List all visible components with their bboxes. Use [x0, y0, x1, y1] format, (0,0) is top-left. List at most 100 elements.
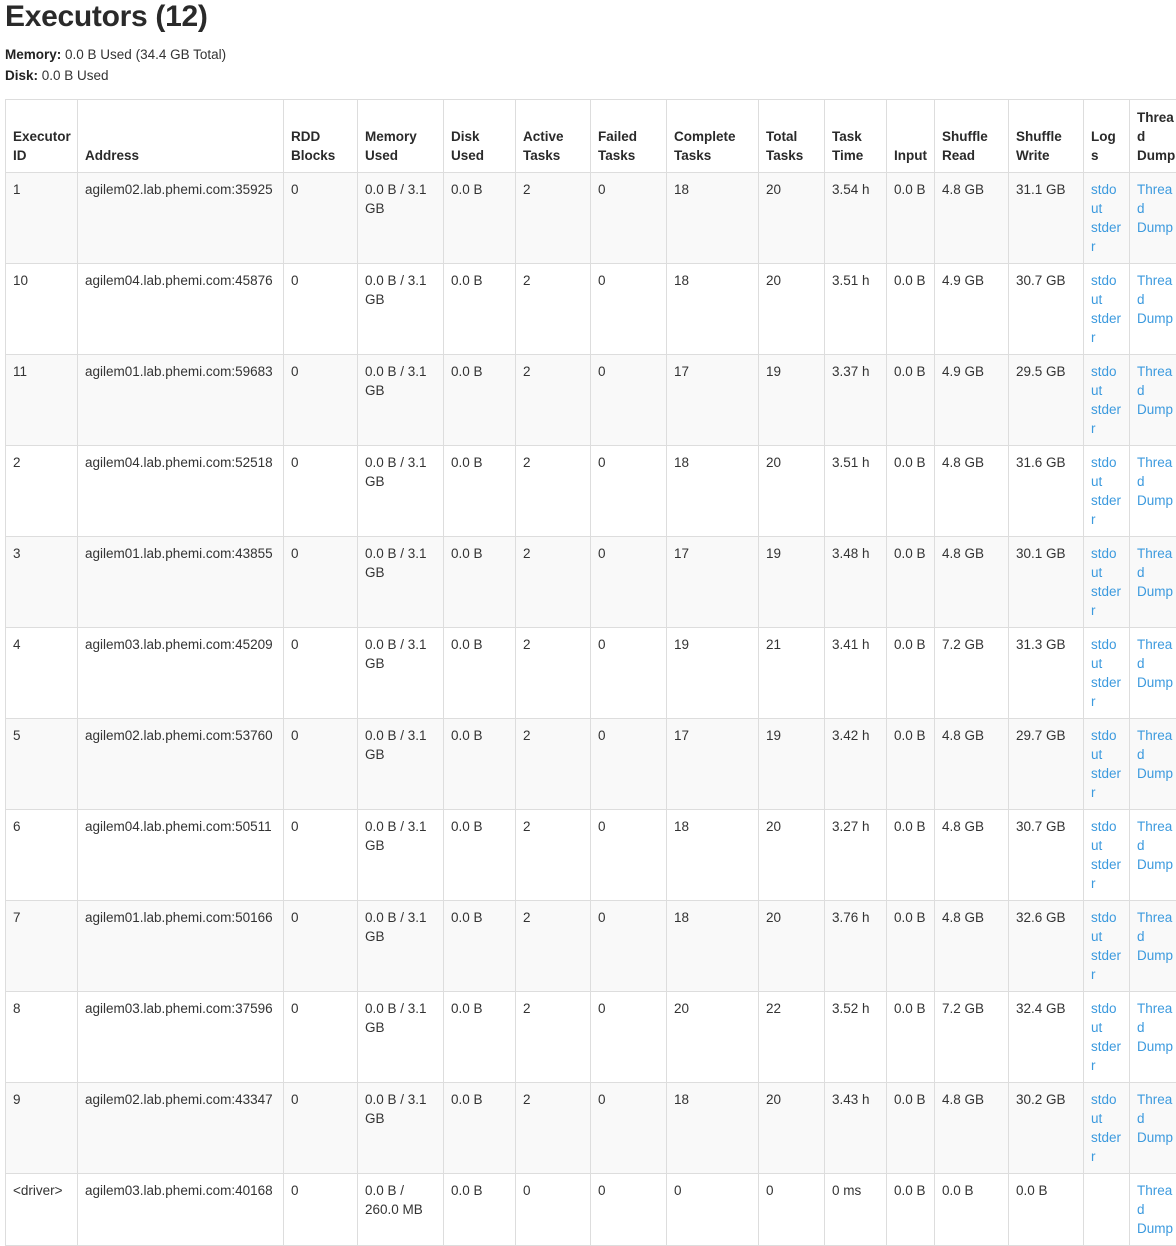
cell-logs: stdoutstderr: [1084, 1083, 1130, 1174]
column-header-failed-tasks[interactable]: Failed Tasks: [591, 100, 667, 173]
thread-dump-link[interactable]: Thread Dump: [1137, 544, 1176, 601]
cell-input: 0.0 B: [887, 537, 935, 628]
stderr-link[interactable]: stderr: [1091, 218, 1123, 256]
cell-memory-used: 0.0 B / 3.1 GB: [358, 355, 444, 446]
column-header-input[interactable]: Input: [887, 100, 935, 173]
stderr-link[interactable]: stderr: [1091, 582, 1123, 620]
thread-dump-link[interactable]: Thread Dump: [1137, 180, 1176, 237]
cell-address: agilem02.lab.phemi.com:43347: [78, 1083, 284, 1174]
stdout-link[interactable]: stdout: [1091, 544, 1123, 582]
cell-shuffle-write: 29.5 GB: [1009, 355, 1084, 446]
cell-failed-tasks: 0: [591, 537, 667, 628]
cell-executor-id: 8: [6, 992, 78, 1083]
cell-rdd-blocks: 0: [284, 264, 358, 355]
cell-total-tasks: 19: [759, 537, 825, 628]
column-header-executor-id[interactable]: Executor ID: [6, 100, 78, 173]
cell-memory-used: 0.0 B / 3.1 GB: [358, 719, 444, 810]
thread-dump-link[interactable]: Thread Dump: [1137, 453, 1176, 510]
stdout-link[interactable]: stdout: [1091, 362, 1123, 400]
stderr-link[interactable]: stderr: [1091, 491, 1123, 529]
cell-address: agilem01.lab.phemi.com:59683: [78, 355, 284, 446]
cell-logs: stdoutstderr: [1084, 355, 1130, 446]
executors-table: Executor ID Address RDD Blocks Memory Us…: [5, 99, 1176, 1246]
column-header-complete-tasks[interactable]: Complete Tasks: [667, 100, 759, 173]
thread-dump-link[interactable]: Thread Dump: [1137, 635, 1176, 692]
column-header-address[interactable]: Address: [78, 100, 284, 173]
cell-active-tasks: 2: [516, 173, 591, 264]
stdout-link[interactable]: stdout: [1091, 908, 1123, 946]
disk-summary-line: Disk: 0.0 B Used: [5, 66, 1171, 87]
thread-dump-link[interactable]: Thread Dump: [1137, 999, 1176, 1056]
table-row: 7agilem01.lab.phemi.com:5016600.0 B / 3.…: [6, 901, 1176, 992]
cell-active-tasks: 2: [516, 446, 591, 537]
cell-task-time: 0 ms: [825, 1174, 887, 1246]
cell-address: agilem04.lab.phemi.com:52518: [78, 446, 284, 537]
cell-logs: [1084, 1174, 1130, 1246]
column-header-active-tasks[interactable]: Active Tasks: [516, 100, 591, 173]
cell-total-tasks: 20: [759, 1083, 825, 1174]
stdout-link[interactable]: stdout: [1091, 999, 1123, 1037]
cell-address: agilem04.lab.phemi.com:50511: [78, 810, 284, 901]
cell-shuffle-write: 29.7 GB: [1009, 719, 1084, 810]
column-header-rdd-blocks[interactable]: RDD Blocks: [284, 100, 358, 173]
table-header-row: Executor ID Address RDD Blocks Memory Us…: [6, 100, 1176, 173]
thread-dump-link[interactable]: Thread Dump: [1137, 271, 1176, 328]
stdout-link[interactable]: stdout: [1091, 817, 1123, 855]
stdout-link[interactable]: stdout: [1091, 271, 1123, 309]
column-header-task-time[interactable]: Task Time: [825, 100, 887, 173]
column-header-disk-used[interactable]: Disk Used: [444, 100, 516, 173]
stderr-link[interactable]: stderr: [1091, 309, 1123, 347]
cell-task-time: 3.54 h: [825, 173, 887, 264]
cell-address: agilem03.lab.phemi.com:37596: [78, 992, 284, 1083]
column-header-thread-dump[interactable]: Thread Dump: [1130, 100, 1176, 173]
column-header-total-tasks[interactable]: Total Tasks: [759, 100, 825, 173]
thread-dump-link[interactable]: Thread Dump: [1137, 817, 1176, 874]
stderr-link[interactable]: stderr: [1091, 1037, 1123, 1075]
stderr-link[interactable]: stderr: [1091, 400, 1123, 438]
cell-executor-id: 1: [6, 173, 78, 264]
cell-disk-used: 0.0 B: [444, 446, 516, 537]
cell-active-tasks: 2: [516, 901, 591, 992]
cell-thread-dump: Thread Dump: [1130, 992, 1176, 1083]
stdout-link[interactable]: stdout: [1091, 726, 1123, 764]
cell-complete-tasks: 20: [667, 992, 759, 1083]
thread-dump-link[interactable]: Thread Dump: [1137, 726, 1176, 783]
cell-shuffle-read: 7.2 GB: [935, 992, 1009, 1083]
stdout-link[interactable]: stdout: [1091, 635, 1123, 673]
cell-shuffle-read: 4.8 GB: [935, 901, 1009, 992]
stderr-link[interactable]: stderr: [1091, 673, 1123, 711]
thread-dump-link[interactable]: Thread Dump: [1137, 362, 1176, 419]
cell-thread-dump: Thread Dump: [1130, 537, 1176, 628]
thread-dump-link[interactable]: Thread Dump: [1137, 1181, 1176, 1238]
cell-address: agilem02.lab.phemi.com:53760: [78, 719, 284, 810]
stderr-link[interactable]: stderr: [1091, 764, 1123, 802]
stderr-link[interactable]: stderr: [1091, 946, 1123, 984]
thread-dump-link[interactable]: Thread Dump: [1137, 1090, 1176, 1147]
table-row: 4agilem03.lab.phemi.com:4520900.0 B / 3.…: [6, 628, 1176, 719]
cell-logs: stdoutstderr: [1084, 628, 1130, 719]
cell-rdd-blocks: 0: [284, 537, 358, 628]
column-header-memory-used[interactable]: Memory Used: [358, 100, 444, 173]
page-title: Executors (12): [5, 0, 1171, 36]
stdout-link[interactable]: stdout: [1091, 453, 1123, 491]
cell-task-time: 3.37 h: [825, 355, 887, 446]
column-header-logs[interactable]: Logs: [1084, 100, 1130, 173]
stdout-link[interactable]: stdout: [1091, 1090, 1123, 1128]
cell-shuffle-read: 4.8 GB: [935, 719, 1009, 810]
table-header: Executor ID Address RDD Blocks Memory Us…: [6, 100, 1176, 173]
stderr-link[interactable]: stderr: [1091, 855, 1123, 893]
cell-memory-used: 0.0 B / 3.1 GB: [358, 901, 444, 992]
column-header-shuffle-read[interactable]: Shuffle Read: [935, 100, 1009, 173]
cell-executor-id: <driver>: [6, 1174, 78, 1246]
cell-input: 0.0 B: [887, 719, 935, 810]
thread-dump-link[interactable]: Thread Dump: [1137, 908, 1176, 965]
stdout-link[interactable]: stdout: [1091, 180, 1123, 218]
stderr-link[interactable]: stderr: [1091, 1128, 1123, 1166]
cell-task-time: 3.51 h: [825, 446, 887, 537]
cell-input: 0.0 B: [887, 355, 935, 446]
cell-total-tasks: 20: [759, 901, 825, 992]
column-header-shuffle-write[interactable]: Shuffle Write: [1009, 100, 1084, 173]
cell-rdd-blocks: 0: [284, 1083, 358, 1174]
cell-thread-dump: Thread Dump: [1130, 173, 1176, 264]
cell-failed-tasks: 0: [591, 264, 667, 355]
